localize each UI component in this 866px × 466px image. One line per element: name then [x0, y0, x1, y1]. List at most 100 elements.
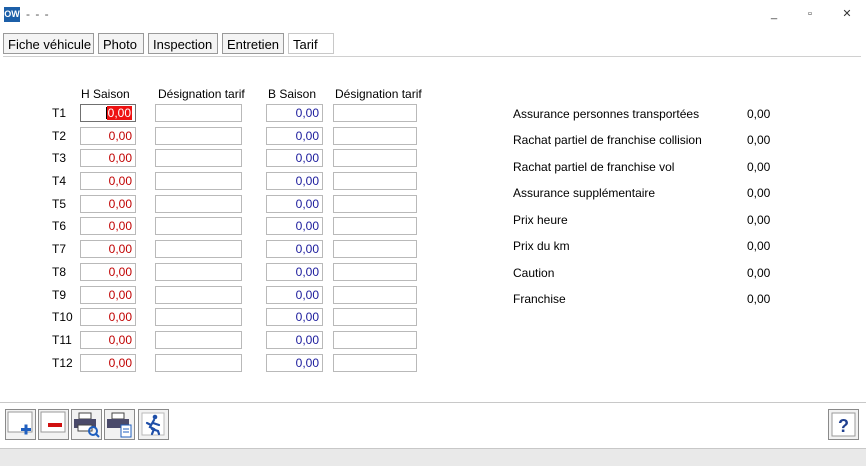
row-label: T1	[52, 106, 67, 120]
designation-tarif-input[interactable]	[333, 240, 417, 258]
h-saison-input[interactable]: 0,00	[80, 308, 136, 326]
help-label: ?	[838, 416, 849, 436]
h-saison-input[interactable]: 0,00	[80, 104, 136, 122]
designation-tarif-input[interactable]	[333, 354, 417, 372]
designation-tarif-input[interactable]	[155, 104, 242, 122]
b-saison-input[interactable]: 0,00	[266, 286, 323, 304]
h-saison-input[interactable]: 0,00	[80, 217, 136, 235]
b-saison-input[interactable]: 0,00	[266, 308, 323, 326]
print-preview-button[interactable]	[71, 409, 102, 440]
b-saison-input[interactable]: 0,00	[266, 217, 323, 235]
row-label: T4	[52, 174, 67, 188]
option-label-prix-km: Prix du km	[513, 239, 570, 253]
option-value-assurance-personnes[interactable]: 0,00	[747, 107, 770, 121]
designation-tarif-input[interactable]	[155, 127, 242, 145]
option-value-rachat-collision[interactable]: 0,00	[747, 133, 770, 147]
designation-tarif-input[interactable]	[155, 263, 242, 281]
designation-tarif-input[interactable]	[155, 217, 242, 235]
print-export-button[interactable]	[104, 409, 135, 440]
b-saison-input[interactable]: 0,00	[266, 172, 323, 190]
printer-magnifier-icon	[74, 412, 100, 438]
close-button[interactable]: ✕	[836, 5, 858, 23]
header-designation-tarif-2: Désignation tarif	[335, 87, 422, 101]
designation-tarif-input[interactable]	[333, 104, 417, 122]
b-saison-input[interactable]: 0,00	[266, 195, 323, 213]
tab-inspection[interactable]: Inspection	[148, 33, 218, 54]
option-value-franchise[interactable]: 0,00	[747, 292, 770, 306]
title-bar: OW - - - _ ▫ ✕	[0, 0, 866, 28]
designation-tarif-input[interactable]	[155, 195, 242, 213]
h-saison-input[interactable]: 0,00	[80, 149, 136, 167]
minimize-button[interactable]: _	[763, 5, 785, 23]
window-title: - - -	[26, 7, 50, 21]
running-man-icon	[141, 412, 165, 436]
header-designation-tarif-1: Désignation tarif	[158, 87, 245, 101]
status-bar	[0, 448, 866, 466]
designation-tarif-input[interactable]	[333, 308, 417, 326]
h-saison-input[interactable]: 0,00	[80, 286, 136, 304]
option-label-assurance-personnes: Assurance personnes transportées	[513, 107, 700, 121]
b-saison-input[interactable]: 0,00	[266, 149, 323, 167]
b-saison-input[interactable]: 0,00	[266, 263, 323, 281]
tab-fiche-vehicule[interactable]: Fiche véhicule	[3, 33, 94, 54]
row-label: T5	[52, 197, 67, 211]
designation-tarif-input[interactable]	[155, 286, 242, 304]
minus-icon	[40, 411, 66, 433]
designation-tarif-input[interactable]	[155, 308, 242, 326]
row-label: T7	[52, 242, 67, 256]
designation-tarif-input[interactable]	[333, 217, 417, 235]
designation-tarif-input[interactable]	[333, 149, 417, 167]
row-label: T11	[52, 333, 72, 347]
h-saison-input[interactable]: 0,00	[80, 331, 136, 349]
b-saison-input[interactable]: 0,00	[266, 354, 323, 372]
option-value-rachat-vol[interactable]: 0,00	[747, 160, 770, 174]
designation-tarif-input[interactable]	[333, 263, 417, 281]
h-saison-input[interactable]: 0,00	[80, 240, 136, 258]
tab-tarif[interactable]: Tarif	[288, 33, 334, 54]
h-saison-input[interactable]: 0,00	[80, 127, 136, 145]
option-value-prix-heure[interactable]: 0,00	[747, 213, 770, 227]
tab-entretien[interactable]: Entretien	[222, 33, 284, 54]
option-label-caution: Caution	[513, 266, 555, 280]
row-label: T10	[52, 310, 73, 324]
designation-tarif-input[interactable]	[155, 331, 242, 349]
designation-tarif-input[interactable]	[333, 172, 417, 190]
delete-button[interactable]	[38, 409, 69, 440]
row-label: T8	[52, 265, 67, 279]
option-value-caution[interactable]: 0,00	[747, 266, 770, 280]
designation-tarif-input[interactable]	[333, 286, 417, 304]
bottom-toolbar: ?	[0, 402, 866, 449]
h-saison-input[interactable]: 0,00	[80, 263, 136, 281]
h-saison-input[interactable]: 0,00	[80, 354, 136, 372]
row-label: T12	[52, 356, 73, 370]
app-icon[interactable]: OW	[4, 7, 20, 22]
help-button[interactable]: ?	[828, 409, 859, 440]
plus-icon	[7, 411, 33, 435]
row-label: T9	[52, 288, 67, 302]
b-saison-input[interactable]: 0,00	[266, 104, 323, 122]
b-saison-input[interactable]: 0,00	[266, 240, 323, 258]
designation-tarif-input[interactable]	[333, 195, 417, 213]
option-label-assurance-supplementaire: Assurance supplémentaire	[513, 186, 656, 200]
designation-tarif-input[interactable]	[333, 331, 417, 349]
option-label-rachat-vol: Rachat partiel de franchise vol	[513, 160, 675, 174]
maximize-button[interactable]: ▫	[799, 5, 821, 23]
designation-tarif-input[interactable]	[155, 149, 242, 167]
row-label: T3	[52, 151, 67, 165]
option-value-prix-km[interactable]: 0,00	[747, 239, 770, 253]
option-value-assurance-supplementaire[interactable]: 0,00	[747, 186, 770, 200]
add-button[interactable]	[5, 409, 36, 440]
help-icon: ?	[831, 412, 856, 437]
option-label-rachat-collision: Rachat partiel de franchise collision	[513, 133, 702, 147]
exit-button[interactable]	[138, 409, 169, 440]
h-saison-input[interactable]: 0,00	[80, 195, 136, 213]
b-saison-input[interactable]: 0,00	[266, 331, 323, 349]
designation-tarif-input[interactable]	[155, 172, 242, 190]
h-saison-input[interactable]: 0,00	[80, 172, 136, 190]
designation-tarif-input[interactable]	[333, 127, 417, 145]
row-label: T2	[52, 129, 67, 143]
tab-photo[interactable]: Photo	[98, 33, 144, 54]
designation-tarif-input[interactable]	[155, 240, 242, 258]
b-saison-input[interactable]: 0,00	[266, 127, 323, 145]
designation-tarif-input[interactable]	[155, 354, 242, 372]
